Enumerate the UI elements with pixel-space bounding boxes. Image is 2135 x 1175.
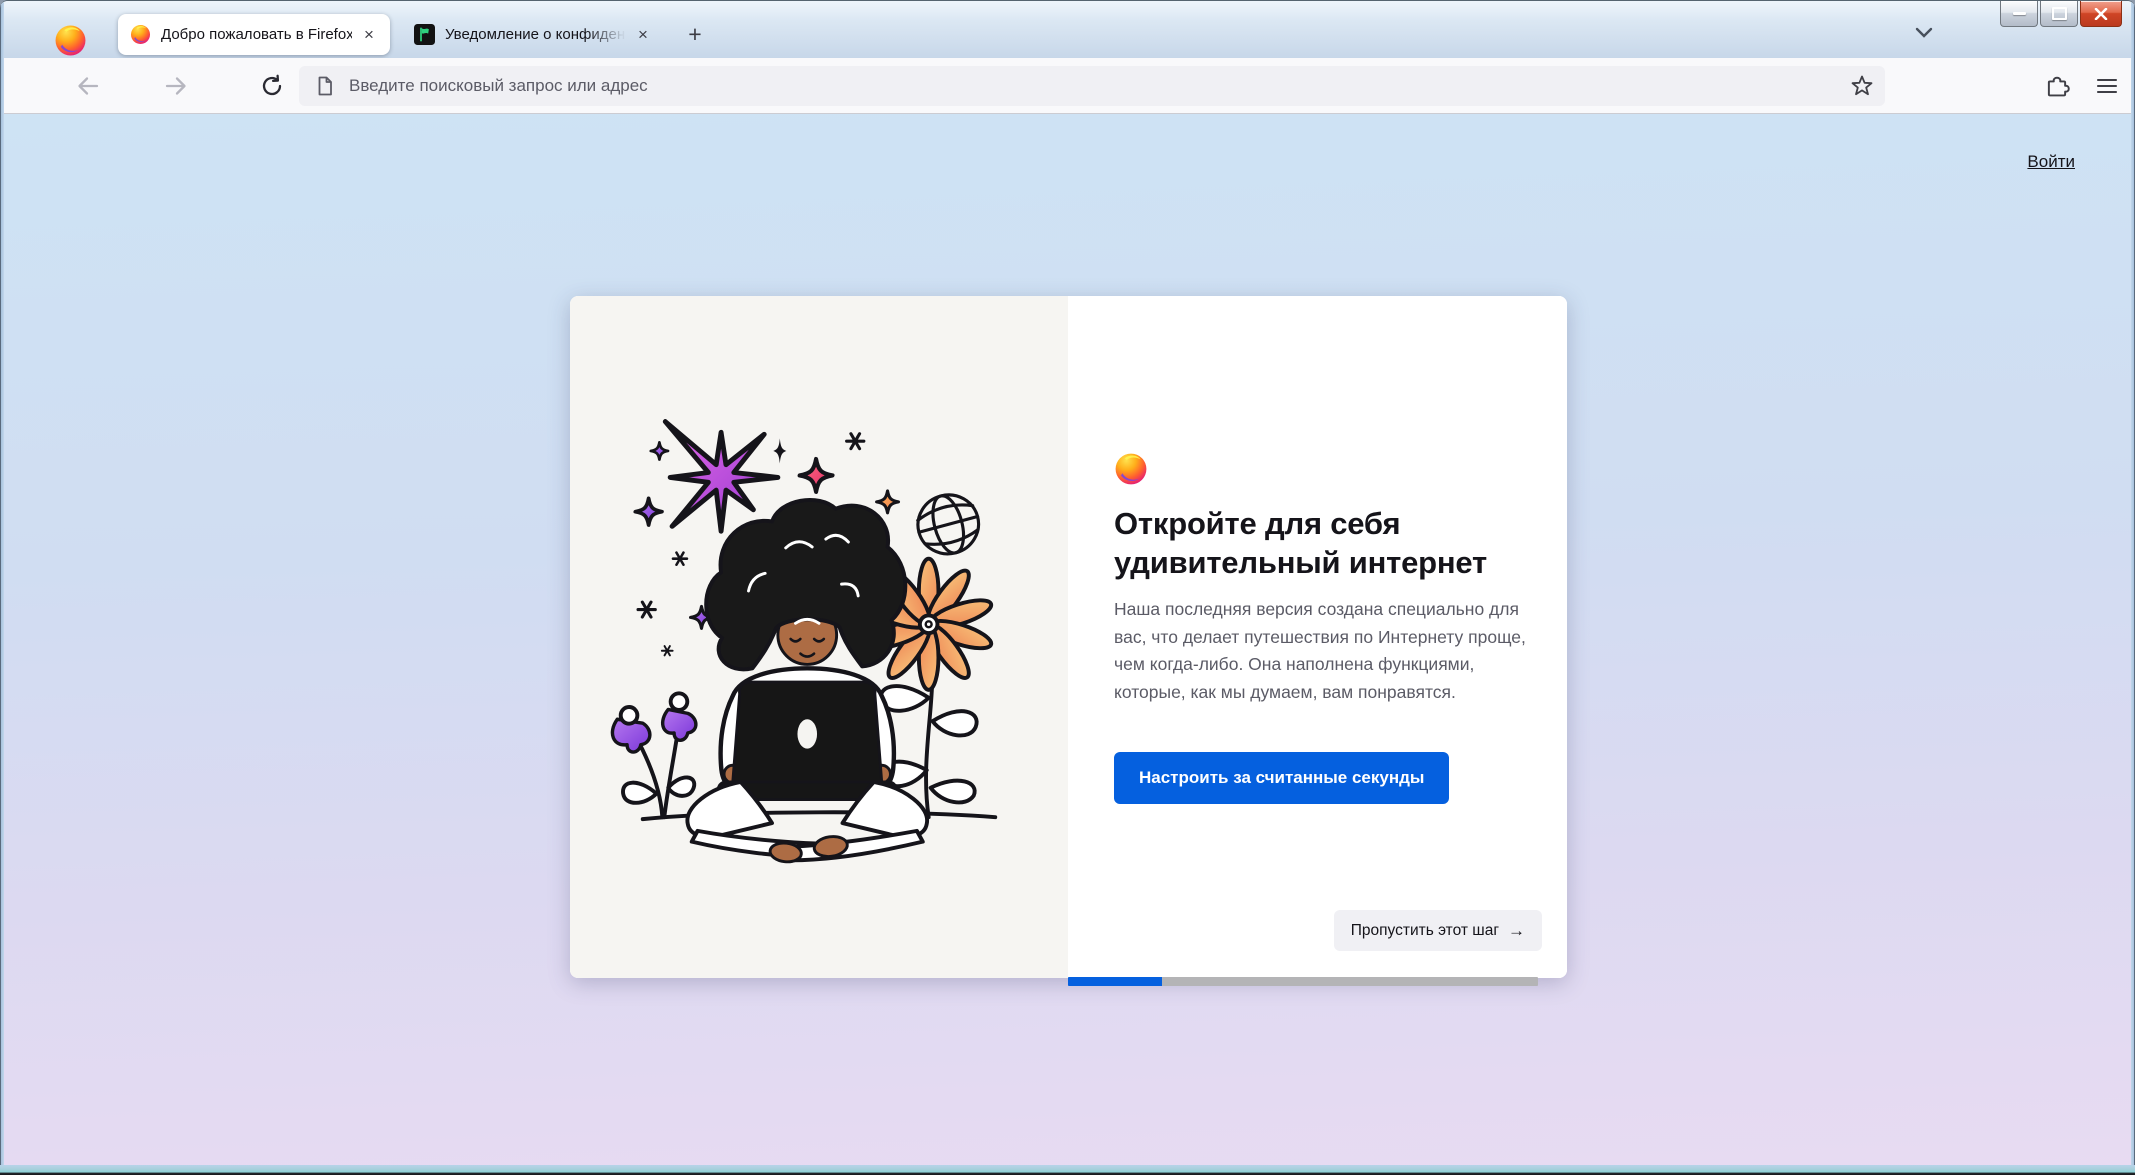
firefox-window: Добро пожаловать в Firefox × Уведомление… [0,0,2135,1175]
reload-button[interactable] [250,64,294,108]
card-heading: Откройте для себя удивительный интернет [1114,506,1488,580]
welcome-page: Войти Откройте для себя удивительный инт… [0,114,2135,1175]
privacy-flag-favicon-icon [414,24,435,45]
maximize-icon [2051,7,2067,20]
tab-overflow-chevron-icon[interactable] [1902,18,1946,48]
skip-step-button[interactable]: Пропустить этот шаг → [1333,910,1542,951]
window-controls [2000,1,2122,27]
illustration-pane [570,296,1068,978]
onboarding-card: Откройте для себя удивительный интернет … [570,296,1567,978]
back-button[interactable] [66,64,110,108]
skip-step-label: Пропустить этот шаг [1350,921,1499,939]
minimize-button[interactable] [2000,1,2038,27]
onboarding-content-pane: Откройте для себя удивительный интернет … [1068,296,1567,978]
close-icon [2094,7,2108,20]
minimize-icon [2012,12,2026,15]
tab-privacy-label: Уведомление о конфиденциа [445,26,626,43]
tab-privacy-notice[interactable]: Уведомление о конфиденциа × [402,14,664,55]
tab-strip: Добро пожаловать в Firefox × Уведомление… [118,14,712,55]
setup-primary-button[interactable]: Настроить за считанные секунды [1114,752,1450,804]
firefox-app-icon [54,24,87,57]
card-body-text: Наша последняя версия создана специально… [1114,599,1526,702]
forward-button[interactable] [154,64,198,108]
bookmark-star-icon[interactable] [1845,69,1879,103]
tab-close-icon[interactable]: × [356,22,382,48]
person-laptop-illustration [610,419,998,864]
onboarding-progress-track [1068,977,1538,986]
sign-in-link[interactable]: Войти [2027,152,2075,172]
firefox-favicon-icon [130,24,151,45]
new-tab-button[interactable]: + [678,18,712,52]
progress-fill [1068,977,1162,986]
tab-close-icon[interactable]: × [630,22,656,48]
extensions-puzzle-icon[interactable] [2035,64,2079,108]
arrow-right-icon: → [1508,921,1525,940]
close-button[interactable] [2080,1,2122,27]
firefox-logo-icon [1114,452,1148,486]
maximize-button[interactable] [2040,1,2078,27]
navigation-toolbar: Введите поисковый запрос или адрес [0,58,2135,114]
tab-welcome-label: Добро пожаловать в Firefox [161,26,352,43]
tab-welcome[interactable]: Добро пожаловать в Firefox × [118,14,390,55]
url-placeholder: Введите поисковый запрос или адрес [349,75,648,95]
page-icon [313,74,337,98]
titlebar: Добро пожаловать в Firefox × Уведомление… [0,1,2135,58]
hamburger-menu-icon[interactable] [2085,64,2129,108]
url-bar[interactable]: Введите поисковый запрос или адрес [299,65,1885,106]
